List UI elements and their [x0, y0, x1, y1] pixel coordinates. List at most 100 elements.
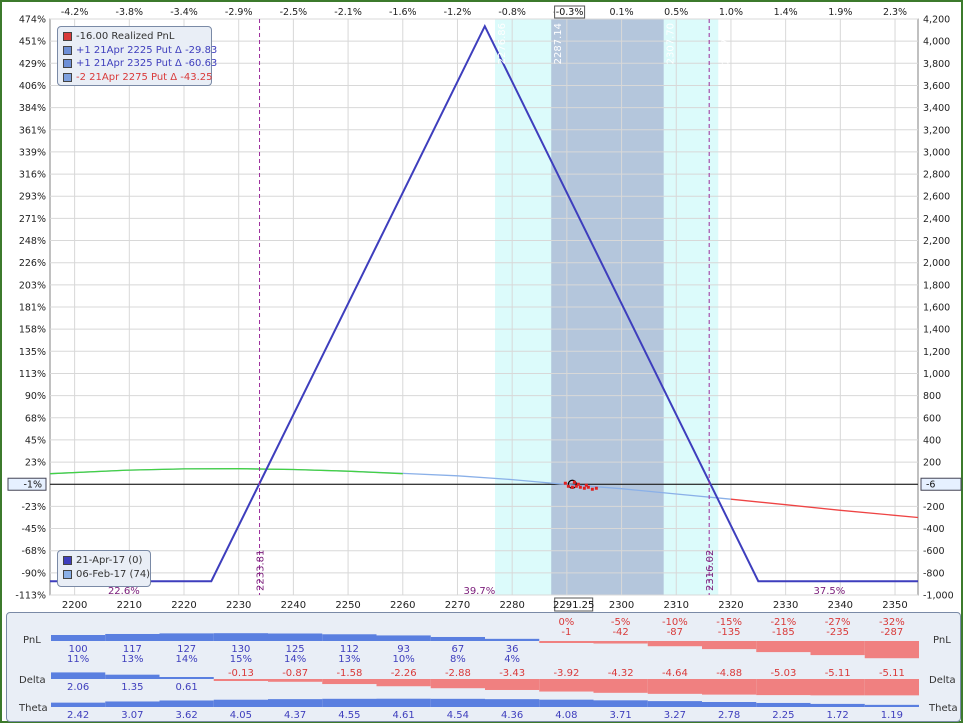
- pnl-value: -42: [612, 627, 628, 638]
- right-tick-label: 2,600: [923, 192, 950, 203]
- left-tick-label: 384%: [19, 103, 46, 114]
- top-pct-label: 1.9%: [828, 7, 852, 18]
- x-tick-label: 2300: [609, 600, 634, 611]
- left-tick-label: 451%: [19, 37, 46, 48]
- legend-swatch: [63, 45, 72, 55]
- breakeven-label: 2233.81: [256, 550, 267, 591]
- right-tick-label: 3,200: [923, 125, 950, 136]
- pnl-pct: 14%: [284, 654, 306, 665]
- theta-bar: [430, 698, 485, 707]
- delta-value: 2.06: [67, 682, 89, 693]
- right-tick-label: -800: [923, 568, 945, 579]
- theta-value: 3.62: [175, 710, 197, 721]
- date-legend-item[interactable]: 06-Feb-17 (74): [63, 568, 150, 582]
- pnl-row-label: PnL: [23, 635, 41, 646]
- legend-item[interactable]: -2 21Apr 2275 Put Δ -43.25: [63, 71, 213, 85]
- right-tick-label: 2,200: [923, 236, 950, 247]
- left-tick-label: 45%: [25, 435, 46, 446]
- x-tick-label: 2280: [499, 600, 524, 611]
- left-tick-label: -23%: [21, 502, 46, 513]
- theta-bar: [376, 698, 431, 707]
- pnl-pct: 10%: [393, 654, 415, 665]
- delta-bar: [702, 679, 757, 695]
- legend-item[interactable]: +1 21Apr 2325 Put Δ -60.63: [63, 57, 217, 71]
- pnl-value: -185: [772, 627, 795, 638]
- delta-bar: [376, 679, 431, 687]
- delta-bar: [593, 679, 648, 693]
- left-tick-label: -113%: [15, 591, 46, 602]
- left-tick-label: 361%: [19, 125, 46, 136]
- realized-pnl-point: [570, 485, 574, 489]
- theta-value: 2.42: [67, 710, 89, 721]
- theta-row-label-right: Theta: [928, 703, 958, 714]
- theta-bar: [539, 699, 594, 707]
- top-pct-label: -3.8%: [116, 7, 144, 18]
- x-tick-label: 2350: [882, 600, 907, 611]
- pnl-bar: [593, 641, 648, 644]
- theta-bar: [268, 699, 323, 707]
- realized-pnl-point: [584, 483, 588, 487]
- pnl-row-label-right: PnL: [933, 635, 951, 646]
- right-tick-label: 2,000: [923, 258, 950, 269]
- right-tick-label: 1,400: [923, 325, 950, 336]
- left-tick-label: 135%: [19, 347, 46, 358]
- legend-item[interactable]: -16.00 Realized PnL: [63, 30, 206, 44]
- delta-row-label-right: Delta: [929, 675, 956, 686]
- pnl-bar: [213, 633, 268, 641]
- left-tick-label: 113%: [19, 369, 46, 380]
- top-pct-label: -2.1%: [334, 7, 362, 18]
- pnl-value: -87: [667, 627, 683, 638]
- x-tick-label: 2270: [445, 600, 470, 611]
- left-tick-label: 474%: [19, 15, 46, 26]
- right-tick-label: 600: [923, 413, 941, 424]
- top-pct-label: 1.0%: [719, 7, 743, 18]
- delta-bar: [430, 679, 485, 689]
- delta-bar: [864, 679, 919, 696]
- delta-value: -2.26: [391, 668, 417, 679]
- legend-item[interactable]: +1 21Apr 2225 Put Δ -29.83: [63, 44, 217, 58]
- delta-bar: [810, 679, 865, 696]
- pnl-value: -135: [718, 627, 741, 638]
- x-tick-label: 2260: [390, 600, 415, 611]
- date-legend-item[interactable]: 21-Apr-17 (0): [63, 554, 145, 568]
- band-label: 2307.70: [666, 23, 677, 64]
- right-tick-label: 3,400: [923, 103, 950, 114]
- realized-pnl-point: [563, 481, 567, 485]
- left-tick-label: 248%: [19, 236, 46, 247]
- right-tick-label: 2,400: [923, 214, 950, 225]
- top-pct-label: -4.2%: [61, 7, 89, 18]
- delta-value: -0.87: [282, 668, 308, 679]
- theta-value: 3.71: [609, 710, 631, 721]
- right-tick-label: 3,000: [923, 147, 950, 158]
- x-tick-label: 2250: [335, 600, 360, 611]
- theta-value: 4.05: [230, 710, 252, 721]
- legend-label: +1 21Apr 2325 Put Δ -60.63: [76, 58, 218, 70]
- left-tick-label: 316%: [19, 170, 46, 181]
- delta-bar: [322, 679, 377, 685]
- delta-value: -4.64: [662, 668, 688, 679]
- payoff-chart[interactable]: 474% 4,200 451% 4,000 429% 3,800 406% 3,600 384%…: [2, 2, 963, 612]
- legend-swatch: [63, 32, 72, 42]
- theta-value: 4.36: [501, 710, 523, 721]
- realized-pnl-point: [576, 482, 580, 486]
- delta-row-label: Delta: [19, 675, 46, 686]
- right-tick-label: 400: [923, 435, 941, 446]
- left-tick-label: 68%: [25, 413, 46, 424]
- right-tick-label: 1,000: [923, 369, 950, 380]
- delta-bar: [647, 679, 702, 694]
- left-tick-label: 90%: [25, 391, 46, 402]
- pnl-bar: [756, 641, 811, 653]
- pnl-bar: [322, 634, 377, 641]
- left-tick-label: -45%: [21, 524, 46, 535]
- pnl-bar: [159, 633, 214, 641]
- position-legend: -16.00 Realized PnL +1 21Apr 2225 Put Δ -…: [57, 26, 217, 86]
- top-pct-label: 0.5%: [664, 7, 688, 18]
- left-tick-label: 226%: [19, 258, 46, 269]
- top-pct-label: 2.3%: [883, 7, 907, 18]
- date-legend-label: 06-Feb-17 (74): [76, 568, 151, 580]
- theta-value: 2.78: [718, 710, 740, 721]
- left-current-label: -1%: [24, 480, 43, 491]
- pnl-bar: [702, 641, 757, 650]
- x-tick-label: 2320: [718, 600, 743, 611]
- top-pct-label: 1.4%: [774, 7, 798, 18]
